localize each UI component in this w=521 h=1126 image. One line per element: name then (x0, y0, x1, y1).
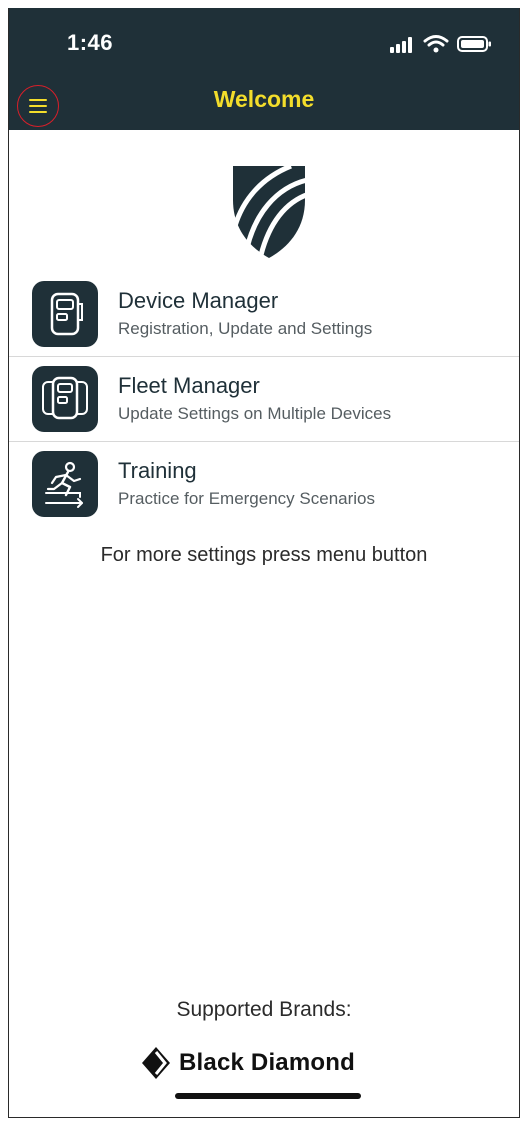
status-icons (389, 34, 493, 59)
wifi-icon (423, 34, 449, 59)
supported-brands-label: Supported Brands: (176, 998, 352, 1021)
item-title: Device Manager (118, 288, 279, 313)
signal-icon (389, 35, 415, 58)
feature-list: Device Manager Registration, Update and … (9, 272, 519, 526)
multiple-devices-icon (32, 366, 98, 432)
page-title: Welcome (213, 86, 315, 112)
device-icon (32, 281, 98, 347)
brand-name: Black Diamond (179, 1049, 355, 1076)
item-subtitle: Practice for Emergency Scenarios (118, 489, 375, 508)
running-person-icon (32, 451, 98, 517)
app-logo (227, 160, 311, 260)
item-subtitle: Registration, Update and Settings (118, 319, 373, 338)
item-title: Fleet Manager (118, 373, 260, 398)
status-time: 1:46 (67, 30, 114, 55)
brand-logo-black-diamond: Black Diamond (141, 1046, 355, 1080)
list-item-device-manager[interactable]: Device Manager Registration, Update and … (9, 272, 519, 357)
top-bar: 1:46 Welcome (9, 8, 519, 130)
diamond-icon (142, 1047, 170, 1079)
hint-text: For more settings press menu button (100, 544, 428, 566)
item-subtitle: Update Settings on Multiple Devices (118, 404, 392, 423)
home-indicator[interactable] (175, 1093, 361, 1099)
item-title: Training (118, 458, 197, 483)
list-item-training[interactable]: Training Practice for Emergency Scenario… (9, 442, 519, 526)
battery-icon (457, 34, 493, 59)
app-screen: 1:46 Welcome Device Manager Registration… (8, 8, 520, 1118)
list-item-fleet-manager[interactable]: Fleet Manager Update Settings on Multipl… (9, 357, 519, 442)
